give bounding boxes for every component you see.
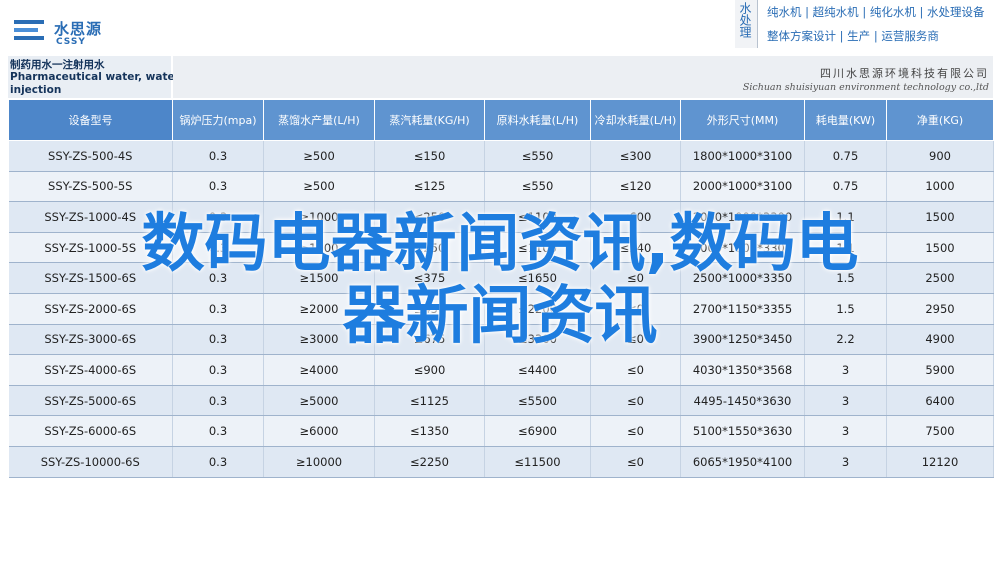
cell-dimensions: 1800*1000*3100 bbox=[680, 140, 805, 172]
table-row: SSY-ZS-10000-6S 0.3 ≥10000 ≤2250 ≤11500 ≤0 606… bbox=[8, 446, 994, 478]
table-row: SSY-ZS-500-4S 0.3 ≥500 ≤150 ≤550 ≤300 1800*100… bbox=[8, 140, 994, 172]
col-header-pressure: 锅炉压力(mpa) bbox=[172, 99, 264, 141]
cell-weight: 900 bbox=[886, 140, 994, 172]
product-title-en-1: Pharmaceutical water, water for bbox=[10, 71, 201, 83]
cell-steam: ≤150 bbox=[374, 140, 485, 172]
logo-en: CSSY bbox=[56, 37, 86, 47]
water-drop-logo-icon bbox=[14, 20, 44, 40]
cell-dimensions: 5100*1550*3630 bbox=[680, 415, 805, 447]
cell-model: SSY-ZS-5000-6S bbox=[8, 385, 173, 417]
cell-model: SSY-ZS-4000-6S bbox=[8, 354, 173, 386]
cell-output: ≥4000 bbox=[263, 354, 375, 386]
brand-vertical-text: 水处理 bbox=[738, 2, 752, 38]
cell-output: ≥500 bbox=[263, 171, 375, 203]
cell-raw-water: ≤11500 bbox=[484, 446, 591, 478]
cell-model: SSY-ZS-6000-6S bbox=[8, 415, 173, 447]
cell-raw-water: ≤5500 bbox=[484, 385, 591, 417]
cell-weight: 6400 bbox=[886, 385, 994, 417]
cell-power: 3 bbox=[804, 415, 887, 447]
col-header-power: 耗电量(KW) bbox=[804, 99, 887, 141]
company-box: 四川水思源环境科技有限公司 Sichuan shuisiyuan environ… bbox=[173, 56, 993, 98]
col-header-output: 蒸馏水产量(L/H) bbox=[263, 99, 375, 141]
cell-pressure: 0.3 bbox=[172, 140, 264, 172]
cell-cooling-water: ≤0 bbox=[590, 446, 681, 478]
cell-pressure: 0.3 bbox=[172, 385, 264, 417]
cell-cooling-water: ≤0 bbox=[590, 354, 681, 386]
cell-dimensions: 6065*1950*4100 bbox=[680, 446, 805, 478]
col-header-steam: 蒸汽耗量(KG/H) bbox=[374, 99, 485, 141]
cell-pressure: 0.3 bbox=[172, 415, 264, 447]
cell-steam: ≤1350 bbox=[374, 415, 485, 447]
cell-steam: ≤900 bbox=[374, 354, 485, 386]
overlay-line-1: 数码电器新闻资讯,数码电 bbox=[141, 207, 859, 280]
cell-pressure: 0.3 bbox=[172, 354, 264, 386]
table-row: SSY-ZS-500-5S 0.3 ≥500 ≤125 ≤550 ≤120 2000*100… bbox=[8, 171, 994, 203]
cell-model: SSY-ZS-500-4S bbox=[8, 140, 173, 172]
cell-raw-water: ≤550 bbox=[484, 171, 591, 203]
cell-model: SSY-ZS-10000-6S bbox=[8, 446, 173, 478]
cell-output: ≥5000 bbox=[263, 385, 375, 417]
cell-output: ≥6000 bbox=[263, 415, 375, 447]
cell-weight: 5900 bbox=[886, 354, 994, 386]
cell-power: 3 bbox=[804, 385, 887, 417]
cell-raw-water: ≤550 bbox=[484, 140, 591, 172]
col-header-raw-water: 原料水耗量(L/H) bbox=[484, 99, 591, 141]
product-title-cn: 制药用水一注射用水 bbox=[10, 59, 105, 71]
cell-dimensions: 4030*1350*3568 bbox=[680, 354, 805, 386]
cell-output: ≥10000 bbox=[263, 446, 375, 478]
cell-power: 3 bbox=[804, 446, 887, 478]
col-header-weight: 净重(KG) bbox=[886, 99, 994, 141]
overlay-headline: 数码电器新闻资讯,数码电 器新闻资讯 bbox=[0, 208, 1000, 352]
cell-power: 0.75 bbox=[804, 140, 887, 172]
cell-output: ≥500 bbox=[263, 140, 375, 172]
col-header-model: 设备型号 bbox=[8, 99, 173, 141]
cell-weight: 12120 bbox=[886, 446, 994, 478]
cell-weight: 1000 bbox=[886, 171, 994, 203]
cell-model: SSY-ZS-500-5S bbox=[8, 171, 173, 203]
cell-steam: ≤2250 bbox=[374, 446, 485, 478]
cell-cooling-water: ≤300 bbox=[590, 140, 681, 172]
product-title-box: 制药用水一注射用水 Pharmaceutical water, water fo… bbox=[8, 56, 200, 98]
cell-power: 0.75 bbox=[804, 171, 887, 203]
company-logo: 水思源 CSSY bbox=[12, 12, 122, 52]
product-header: 制药用水一注射用水 Pharmaceutical water, water fo… bbox=[8, 56, 993, 98]
cell-dimensions: 4495-1450*3630 bbox=[680, 385, 805, 417]
brand-services: 整体方案设计 | 生产 | 运营服务商 bbox=[767, 29, 939, 43]
cell-pressure: 0.3 bbox=[172, 446, 264, 478]
table-row: SSY-ZS-4000-6S 0.3 ≥4000 ≤900 ≤4400 ≤0 4030*13… bbox=[8, 354, 994, 386]
cell-power: 3 bbox=[804, 354, 887, 386]
cell-cooling-water: ≤120 bbox=[590, 171, 681, 203]
cell-weight: 7500 bbox=[886, 415, 994, 447]
table-header-row: 设备型号 锅炉压力(mpa) 蒸馏水产量(L/H) 蒸汽耗量(KG/H) 原料水… bbox=[8, 99, 994, 141]
table-row: SSY-ZS-6000-6S 0.3 ≥6000 ≤1350 ≤6900 ≤0 5100*1… bbox=[8, 415, 994, 447]
col-header-dimensions: 外形尺寸(MM) bbox=[680, 99, 805, 141]
col-header-cooling-water: 冷却水耗量(L/H) bbox=[590, 99, 681, 141]
logo-name: 水思源 bbox=[54, 20, 103, 38]
cell-pressure: 0.3 bbox=[172, 171, 264, 203]
overlay-line-2: 器新闻资讯 bbox=[342, 279, 658, 352]
brand-products: 纯水机 | 超纯水机 | 纯化水机 | 水处理设备 bbox=[767, 5, 985, 19]
product-title-en-2: injection bbox=[10, 84, 62, 96]
table-row: SSY-ZS-5000-6S 0.3 ≥5000 ≤1125 ≤5500 ≤0 4495-1… bbox=[8, 385, 994, 417]
company-name-en: Sichuan shuisiyuan environment technolog… bbox=[742, 82, 989, 93]
company-name-cn: 四川水思源环境科技有限公司 bbox=[820, 67, 989, 80]
cell-cooling-water: ≤0 bbox=[590, 415, 681, 447]
cell-steam: ≤1125 bbox=[374, 385, 485, 417]
cell-cooling-water: ≤0 bbox=[590, 385, 681, 417]
brand-block: 水处理 纯水机 | 超纯水机 | 纯化水机 | 水处理设备 整体方案设计 | 生… bbox=[735, 0, 985, 52]
cell-raw-water: ≤6900 bbox=[484, 415, 591, 447]
brand-vertical-box: 水处理 bbox=[735, 0, 758, 48]
cell-dimensions: 2000*1000*3100 bbox=[680, 171, 805, 203]
cell-raw-water: ≤4400 bbox=[484, 354, 591, 386]
cell-steam: ≤125 bbox=[374, 171, 485, 203]
